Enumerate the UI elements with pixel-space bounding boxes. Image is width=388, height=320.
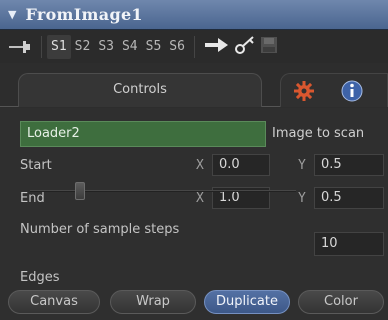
start-x-field[interactable]: 0.0 (212, 154, 270, 176)
gear-icon[interactable] (293, 80, 315, 106)
end-x-label: X (196, 191, 204, 206)
sample-steps-label: Number of sample steps (20, 222, 180, 237)
image-to-scan-label: Image to scan (272, 126, 365, 141)
disk-icon[interactable] (260, 36, 278, 58)
slot-s6[interactable]: S6 (165, 35, 189, 59)
toolbar-separator (193, 35, 195, 58)
end-y-field[interactable]: 0.5 (314, 187, 384, 209)
sample-steps-field[interactable]: 10 (314, 232, 384, 256)
start-x-label: X (196, 158, 204, 173)
slot-s4[interactable]: S4 (118, 35, 142, 59)
start-y-label: Y (298, 158, 306, 173)
end-label: End (20, 191, 45, 206)
tool-title: FromImage1 (25, 5, 143, 24)
sample-steps-slider-handle[interactable] (75, 182, 85, 200)
start-y-field[interactable]: 0.5 (314, 154, 384, 176)
slot-s2[interactable]: S2 (71, 35, 95, 59)
tab-bar: Controls (0, 65, 388, 107)
edges-label: Edges (20, 270, 60, 285)
slot-s1[interactable]: S1 (47, 34, 71, 59)
tab-extra (280, 73, 388, 107)
edges-color-button[interactable]: Color (298, 290, 384, 314)
end-y-label: Y (298, 191, 306, 206)
loader-input[interactable]: Loader2 (20, 121, 266, 147)
key-icon[interactable] (234, 35, 256, 59)
toolbar-separator (41, 35, 42, 58)
toolbar: S1 S2 S3 S4 S5 S6 (0, 30, 388, 63)
slot-s5[interactable]: S5 (142, 35, 166, 59)
sample-steps-slider-track[interactable] (30, 190, 296, 192)
tab-controls[interactable]: Controls (18, 73, 262, 107)
pin-icon[interactable] (6, 37, 36, 57)
tool-header[interactable]: ▼ FromImage1 (0, 0, 388, 30)
edges-wrap-button[interactable]: Wrap (110, 290, 196, 314)
slot-s3[interactable]: S3 (94, 35, 118, 59)
edges-duplicate-button[interactable]: Duplicate (204, 290, 290, 314)
start-label: Start (20, 158, 52, 173)
controls-panel: Loader2 Image to scan Start X 0.0 Y 0.5 … (0, 108, 388, 320)
info-icon[interactable] (341, 80, 363, 106)
edges-canvas-button[interactable]: Canvas (8, 290, 100, 314)
collapse-triangle-icon[interactable]: ▼ (8, 8, 16, 21)
arrow-right-icon[interactable] (204, 37, 230, 57)
